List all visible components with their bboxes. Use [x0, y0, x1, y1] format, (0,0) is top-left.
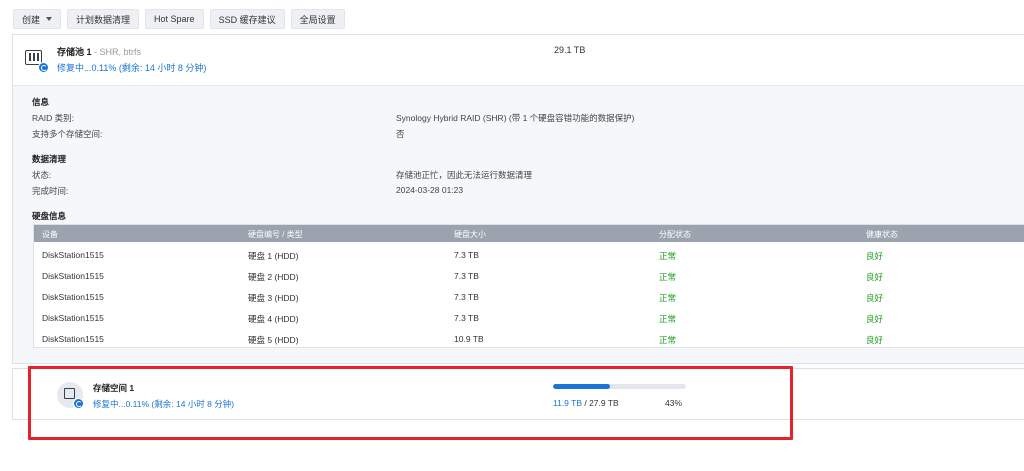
info-section-title: 信息: [32, 97, 50, 107]
create-label: 创建: [22, 14, 41, 25]
col-disk-size[interactable]: 硬盘大小: [454, 229, 486, 240]
cell-size: 7.3 TB: [454, 250, 479, 260]
cell-size: 7.3 TB: [454, 313, 479, 323]
table-row[interactable]: DiskStation1515 硬盘 3 (HDD) 7.3 TB 正常 良好: [34, 286, 1024, 307]
pool-title: 存储池 1 - SHR, btrfs: [57, 45, 141, 58]
scrub-schedule-button[interactable]: 计划数据清理: [67, 9, 140, 29]
volume-repair-status: 修复中...0.11% (剩余: 14 小时 8 分钟): [93, 399, 235, 409]
toolbar: 创建 计划数据清理 Hot Spare SSD 缓存建议 全局设置: [13, 9, 345, 29]
volume-usage-text: 11.9 TB / 27.9 TB: [553, 398, 619, 408]
cell-health: 良好: [866, 293, 884, 303]
volume-cube-icon: [57, 382, 84, 409]
sync-icon: [73, 398, 84, 409]
pool-header[interactable]: 存储池 1 - SHR, btrfs 修复中...0.11% (剩余: 14 小…: [13, 35, 1024, 85]
cell-size: 7.3 TB: [454, 292, 479, 302]
scrub-status-label: 状态:: [32, 170, 52, 180]
pool-type: - SHR, btrfs: [91, 47, 142, 57]
cell-device: DiskStation1515: [42, 271, 104, 281]
col-disk-number[interactable]: 硬盘编号 / 类型: [248, 229, 303, 240]
volume-name: 存储空间 1: [93, 383, 135, 393]
pool-name: 存储池 1: [57, 47, 92, 57]
storage-pool-card[interactable]: 存储池 1 - SHR, btrfs 修复中...0.11% (剩余: 14 小…: [12, 34, 1024, 364]
table-row[interactable]: DiskStation1515 硬盘 4 (HDD) 7.3 TB 正常 良好: [34, 307, 1024, 328]
cell-health: 良好: [866, 335, 884, 345]
volume-used: 11.9 TB: [553, 398, 582, 408]
cell-allocation: 正常: [659, 314, 677, 324]
cell-disk: 硬盘 3 (HDD): [248, 293, 299, 303]
cell-allocation: 正常: [659, 293, 677, 303]
create-button[interactable]: 创建: [13, 9, 62, 29]
col-allocation[interactable]: 分配状态: [659, 229, 691, 240]
ssd-cache-button[interactable]: SSD 缓存建议: [209, 9, 285, 29]
disk-table: 设备 硬盘编号 / 类型 硬盘大小 分配状态 健康状态 DiskStation1…: [33, 224, 1024, 348]
cell-disk: 硬盘 4 (HDD): [248, 314, 299, 324]
raid-type-label: RAID 类别:: [32, 113, 75, 123]
volume-total: 27.9 TB: [589, 398, 619, 408]
table-row[interactable]: DiskStation1515 硬盘 5 (HDD) 10.9 TB 正常 良好: [34, 328, 1024, 349]
global-settings-button[interactable]: 全局设置: [290, 9, 345, 29]
volume-usage-percent: 43%: [665, 398, 683, 408]
cell-disk: 硬盘 1 (HDD): [248, 251, 299, 261]
volume-usage-fill: [553, 384, 611, 389]
table-row[interactable]: DiskStation1515 硬盘 2 (HDD) 7.3 TB 正常 良好: [34, 265, 1024, 286]
cell-allocation: 正常: [659, 335, 677, 345]
scrub-section-title: 数据清理: [32, 154, 67, 164]
disk-section-title: 硬盘信息: [32, 211, 67, 221]
raid-type-value: Synology Hybrid RAID (SHR) (带 1 个硬盘容错功能的…: [396, 113, 635, 123]
cell-size: 7.3 TB: [454, 271, 479, 281]
cell-device: DiskStation1515: [42, 334, 104, 344]
sync-icon: [38, 62, 49, 73]
col-health[interactable]: 健康状态: [866, 229, 898, 240]
table-row[interactable]: DiskStation1515 硬盘 1 (HDD) 7.3 TB 正常 良好: [34, 244, 1024, 265]
volume-usage-bar: [553, 384, 686, 389]
cell-size: 10.9 TB: [454, 334, 484, 344]
volume-card[interactable]: 存储空间 1 修复中...0.11% (剩余: 14 小时 8 分钟) 11.9…: [12, 368, 1024, 420]
pool-repair-status: 修复中...0.11% (剩余: 14 小时 8 分钟): [57, 63, 207, 73]
cell-device: DiskStation1515: [42, 313, 104, 323]
table-header: 设备 硬盘编号 / 类型 硬盘大小 分配状态 健康状态: [34, 225, 1024, 242]
cell-health: 良好: [866, 272, 884, 282]
volume-usage-separator: /: [581, 398, 590, 408]
scrub-done-label: 完成时间:: [32, 186, 69, 196]
cell-health: 良好: [866, 251, 884, 261]
cell-device: DiskStation1515: [42, 250, 104, 260]
scrub-done-value: 2024-03-28 01:23: [396, 185, 464, 195]
chevron-down-icon: [46, 17, 53, 21]
scrub-status-value: 存储池正忙，因此无法运行数据清理: [396, 170, 533, 180]
hot-spare-button[interactable]: Hot Spare: [145, 9, 204, 29]
cell-disk: 硬盘 2 (HDD): [248, 272, 299, 282]
cell-allocation: 正常: [659, 272, 677, 282]
cell-disk: 硬盘 5 (HDD): [248, 335, 299, 345]
col-device[interactable]: 设备: [42, 229, 58, 240]
cell-allocation: 正常: [659, 251, 677, 261]
multi-volume-value: 否: [396, 129, 405, 139]
multi-volume-label: 支持多个存储空间:: [32, 129, 103, 139]
cell-device: DiskStation1515: [42, 292, 104, 302]
storage-pool-icon: [23, 47, 49, 73]
cell-health: 良好: [866, 314, 884, 324]
pool-size: 29.1 TB: [554, 45, 586, 55]
